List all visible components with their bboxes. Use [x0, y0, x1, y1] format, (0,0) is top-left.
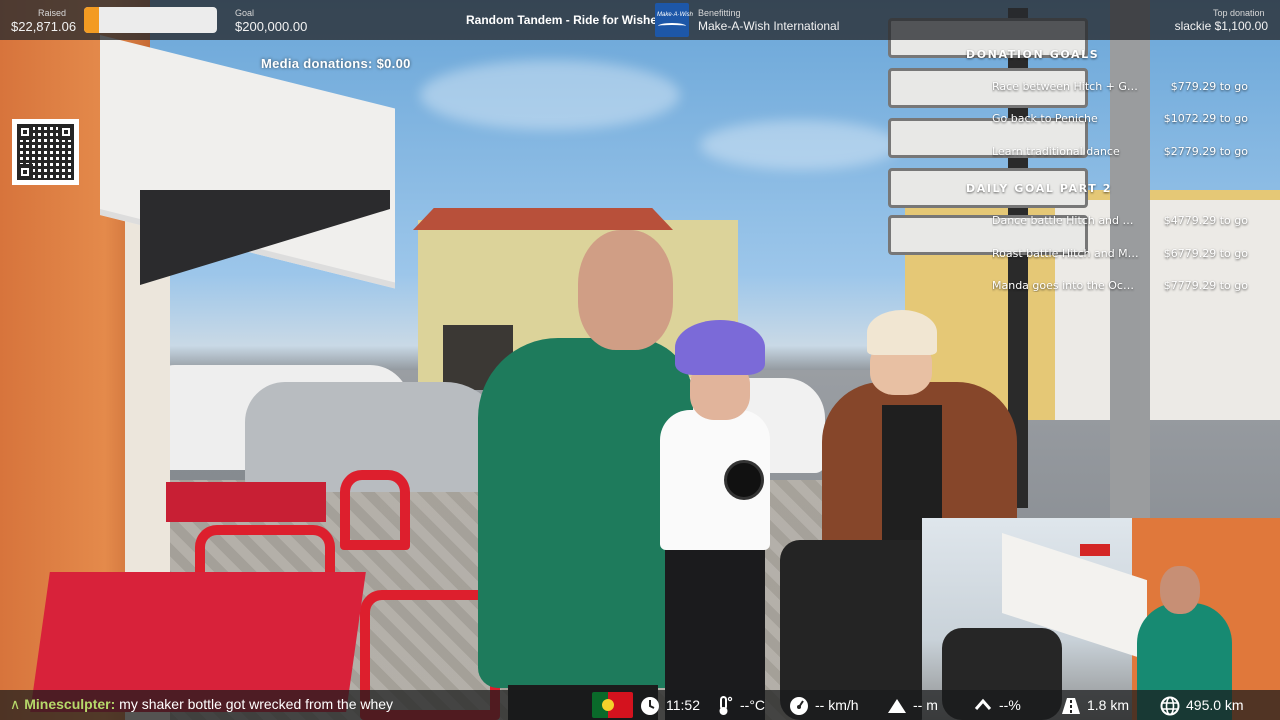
speed-value: -- km/h [815, 697, 859, 713]
elevation-value: -- m [913, 697, 938, 713]
goal-amount-remaining: $1072.29 to go [1163, 112, 1248, 125]
goal-name: Dance battle Hitch and Man... [992, 214, 1140, 227]
stream-status-bar: ∧ Minesculpter: my shaker bottle got wrec… [0, 690, 1280, 720]
goal-amount-remaining: $779.29 to go [1170, 80, 1248, 93]
logo-swoosh [658, 23, 686, 29]
top-donation-value: slackie $1,100.00 [1174, 19, 1268, 33]
goal-name: Race between Hitch + Guest [992, 80, 1140, 93]
goal-name: Manda goes into the Ocean [992, 279, 1140, 292]
sign-pole [1110, 0, 1150, 520]
benefitting-label: Benefitting [698, 8, 741, 18]
chat-chevron: ∧ [10, 696, 21, 712]
donation-progress-fill [84, 7, 100, 33]
goals-section-title: DAILY GOAL PART 2 [966, 182, 1112, 195]
goal-amount: $200,000.00 [235, 19, 308, 34]
stream-title: Random Tandem - Ride for Wishes [466, 13, 664, 27]
person-cyclist [655, 320, 780, 720]
bike-mirror [724, 460, 764, 500]
goal-amount-remaining: $4779.29 to go [1163, 214, 1248, 227]
mountain-icon [888, 699, 906, 713]
raised-label: Raised [38, 8, 67, 18]
goal-amount-remaining: $6779.29 to go [1163, 247, 1248, 260]
grade-value: --% [999, 697, 1021, 713]
goal-label: Goal [235, 8, 255, 18]
donation-progress-bar [84, 7, 217, 33]
donation-qr-code[interactable] [12, 119, 79, 185]
benefitting-charity: Make-A-Wish International [698, 19, 840, 33]
qr-finder [17, 164, 33, 180]
goal-name: Roast battle Hitch and Manda [992, 247, 1140, 260]
globe-icon [1160, 696, 1180, 716]
media-donations-total: Media donations: $0.00 [261, 56, 411, 71]
top-donation-label: Top donation [1213, 8, 1265, 18]
donation-top-bar: Raised $22,871.06 Goal $200,000.00 Rando… [0, 0, 1280, 40]
qr-finder [17, 124, 33, 140]
goal-amount-remaining: $7779.29 to go [1163, 279, 1248, 292]
goal-amount-remaining: $2779.29 to go [1163, 145, 1248, 158]
cloud [700, 120, 900, 170]
distance-total-value: 495.0 km [1186, 697, 1244, 713]
raised-amount: $22,871.06 [11, 19, 77, 34]
thermometer-icon [719, 696, 733, 715]
qr-finder [58, 124, 74, 140]
qr-pattern [17, 124, 74, 180]
time-value: 11:52 [666, 697, 700, 713]
pip-person-head [1160, 566, 1200, 614]
goal-name: Learn traditional dance [992, 145, 1120, 158]
goals-section-title: DONATION GOALS [966, 48, 1100, 61]
make-a-wish-logo: Make·A·Wish [655, 3, 693, 37]
chat-username: Minesculpter: [24, 696, 116, 712]
chat-text: my shaker bottle got wrecked from the wh… [119, 696, 394, 712]
cafe-table [166, 482, 326, 522]
speedometer-icon [790, 697, 808, 715]
distance-today-value: 1.8 km [1087, 697, 1130, 713]
clock-icon [641, 697, 659, 715]
logo-text: Make·A·Wish [657, 12, 693, 18]
goal-name: Go back to Peniche [992, 112, 1098, 125]
chat-message: ∧ Minesculpter: my shaker bottle got wrec… [10, 696, 393, 713]
portugal-flag-icon [592, 692, 633, 718]
pip-sign [1080, 544, 1110, 556]
cloud [420, 60, 680, 130]
temperature-value: --°C [740, 697, 766, 713]
cafe-chair [340, 470, 410, 550]
chevron-up-icon [974, 698, 992, 710]
road-icon [1062, 698, 1080, 714]
